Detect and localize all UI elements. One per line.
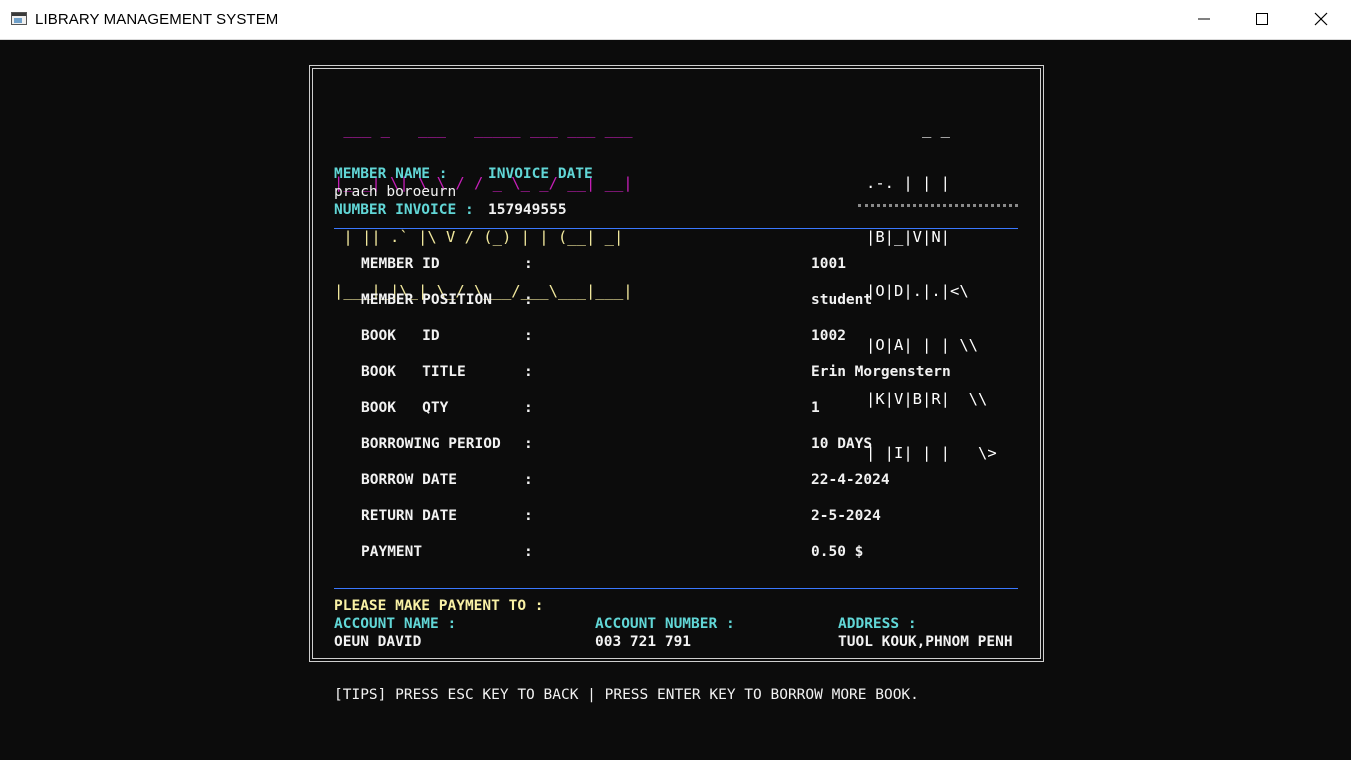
logo-art-line: |O|A| | | \\ bbox=[866, 336, 978, 354]
account-number-label: ACCOUNT NUMBER : bbox=[595, 616, 735, 632]
close-button[interactable] bbox=[1292, 0, 1350, 39]
detail-label: MEMBER ID bbox=[361, 256, 440, 272]
book-ascii-logo: _ _ .-. | | | |B|_|V|N| |O|D|.|.|<\ |O|A… bbox=[866, 84, 997, 480]
detail-colon: : bbox=[524, 328, 533, 344]
detail-value: 22-4-2024 bbox=[811, 472, 890, 488]
detail-label: RETURN DATE bbox=[361, 508, 458, 524]
window-titlebar: LIBRARY MANAGEMENT SYSTEM bbox=[0, 0, 1351, 40]
detail-value: 2-5-2024 bbox=[811, 508, 881, 524]
detail-colon: : bbox=[524, 400, 533, 416]
detail-value: 1 bbox=[811, 400, 820, 416]
account-name-label: ACCOUNT NAME : bbox=[334, 616, 457, 632]
payment-heading: PLEASE MAKE PAYMENT TO : bbox=[334, 598, 544, 614]
detail-label: BOOK ID bbox=[361, 328, 440, 344]
logo-art-line: .-. | | | bbox=[866, 174, 950, 192]
console-app-icon bbox=[11, 12, 27, 25]
detail-label: BORROW DATE bbox=[361, 472, 458, 488]
detail-value: 1002 bbox=[811, 328, 846, 344]
detail-label: BOOK TITLE bbox=[361, 364, 466, 380]
number-invoice-label: NUMBER INVOICE : bbox=[334, 202, 474, 218]
detail-label: MEMBER POSITION bbox=[361, 292, 492, 308]
maximize-icon bbox=[1256, 13, 1268, 25]
header-separator bbox=[334, 228, 1018, 229]
address-label: ADDRESS : bbox=[838, 616, 917, 632]
detail-colon: : bbox=[524, 544, 533, 560]
maximize-button[interactable] bbox=[1233, 0, 1291, 39]
footer-separator bbox=[334, 588, 1018, 589]
close-icon bbox=[1314, 12, 1328, 26]
detail-label: BORROWING PERIOD bbox=[361, 436, 501, 452]
number-invoice-value: 157949555 bbox=[488, 202, 567, 218]
address-value: TUOL KOUK,PHNOM PENH bbox=[838, 634, 1013, 650]
detail-colon: : bbox=[524, 292, 533, 308]
logo-art-line: |O|D|.|.|<\ bbox=[866, 282, 969, 300]
detail-colon: : bbox=[524, 436, 533, 452]
detail-label: BOOK QTY bbox=[361, 400, 449, 416]
detail-value: 0.50 $ bbox=[811, 544, 864, 560]
logo-underline bbox=[858, 204, 1018, 207]
detail-colon: : bbox=[524, 364, 533, 380]
detail-value: 1001 bbox=[811, 256, 846, 272]
detail-value: 10 DAYS bbox=[811, 436, 873, 452]
detail-value: student bbox=[811, 292, 873, 308]
member-name-label: MEMBER NAME : bbox=[334, 166, 448, 182]
invoice-date-label: INVOICE DATE bbox=[488, 166, 593, 182]
detail-colon: : bbox=[524, 256, 533, 272]
account-name-value: OEUN DAVID bbox=[334, 634, 422, 650]
minimize-icon bbox=[1198, 18, 1210, 20]
account-number-value: 003 721 791 bbox=[595, 634, 692, 650]
member-name-value: prach boroeurn bbox=[334, 184, 457, 200]
detail-colon: : bbox=[524, 508, 533, 524]
invoice-art-line: ___ _ ___ _____ ___ ___ ___ bbox=[334, 120, 642, 138]
logo-art-line: |B|_|V|N| bbox=[866, 228, 950, 246]
detail-label: PAYMENT bbox=[361, 544, 423, 560]
window-title: LIBRARY MANAGEMENT SYSTEM bbox=[35, 11, 279, 28]
logo-art-line: _ _ bbox=[866, 120, 950, 138]
tips-text: [TIPS] PRESS ESC KEY TO BACK | PRESS ENT… bbox=[334, 687, 919, 703]
invoice-art-line: | || .` |\ V / (_) | | (__| _| bbox=[334, 228, 633, 246]
detail-colon: : bbox=[524, 472, 533, 488]
detail-value: Erin Morgenstern bbox=[811, 364, 951, 380]
logo-art-line: |K|V|B|R| \\ bbox=[866, 390, 988, 408]
minimize-button[interactable] bbox=[1175, 0, 1233, 39]
logo-art-line: | |I| | | \> bbox=[866, 444, 997, 462]
